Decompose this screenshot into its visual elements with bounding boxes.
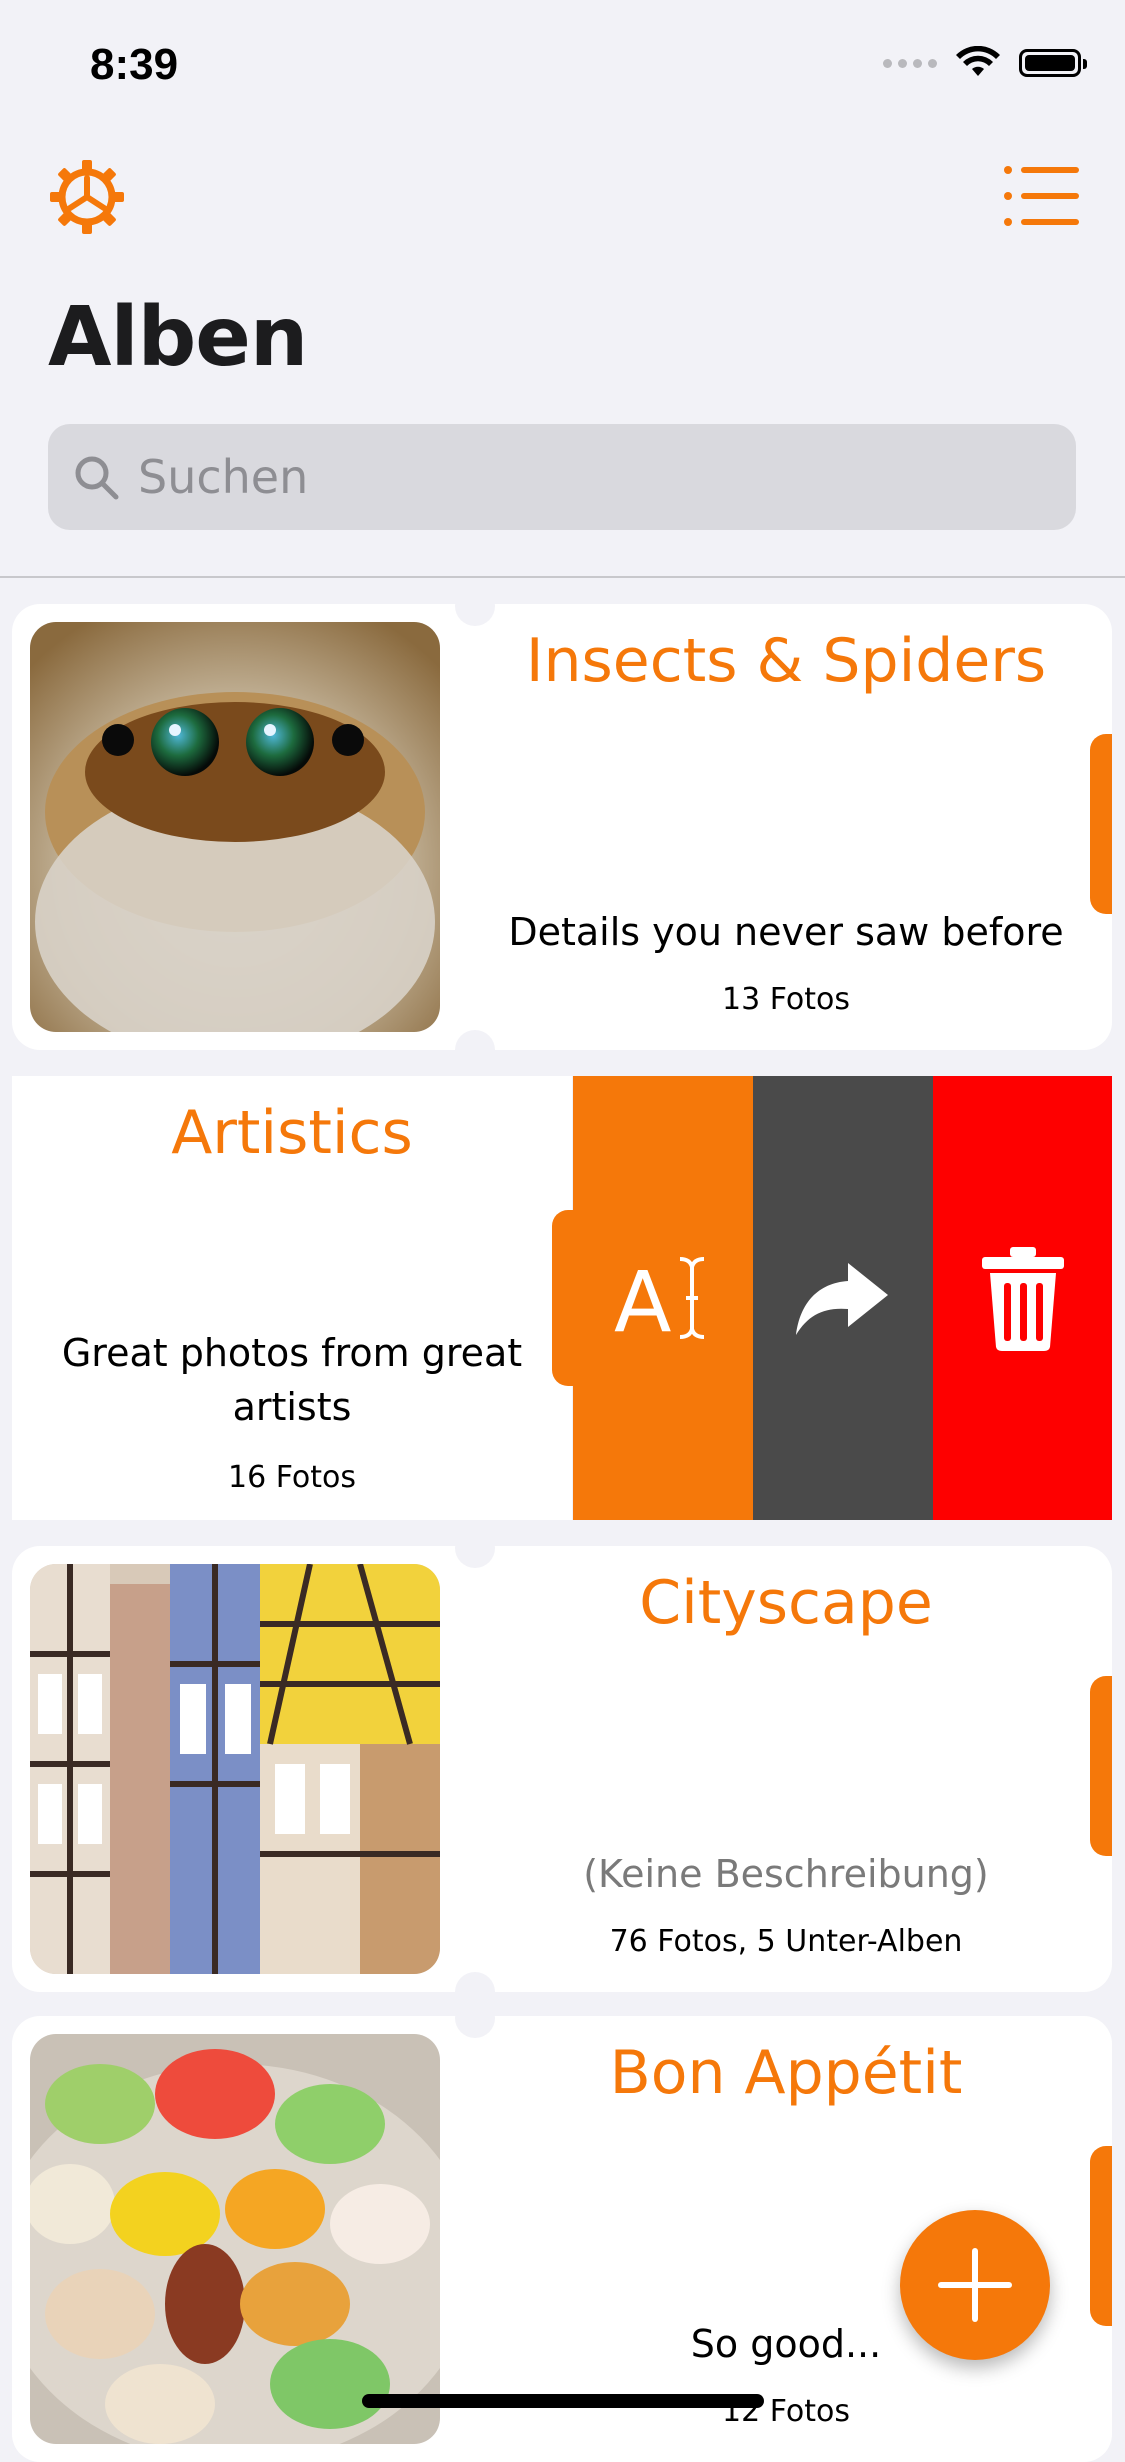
header-divider	[0, 576, 1125, 578]
svg-text:A: A	[614, 1253, 671, 1351]
album-photo-count: 76 Fotos, 5 Unter-Alben	[609, 1924, 963, 1959]
search-icon	[75, 456, 119, 500]
card-notch	[455, 1528, 495, 1568]
swipe-handle[interactable]	[552, 1210, 592, 1386]
status-time: 8:39	[90, 40, 179, 89]
album-thumbnail	[30, 1564, 440, 1974]
trash-icon	[982, 1247, 1064, 1351]
album-title: Artistics	[171, 1098, 413, 1168]
rename-icon: A	[614, 1253, 705, 1351]
rename-button[interactable]: A	[573, 1076, 753, 1520]
album-title: Bon Appétit	[609, 2038, 963, 2108]
status-icons	[883, 46, 1087, 80]
album-description: Details you never saw before	[508, 910, 1064, 954]
signal-icon	[883, 58, 937, 68]
card-notch	[455, 1030, 495, 1070]
settings-gear-icon[interactable]	[46, 156, 128, 238]
delete-button[interactable]	[933, 1076, 1112, 1520]
album-card-swiped[interactable]: Artistics Great photos from great artist…	[12, 1076, 1112, 1520]
swipe-handle[interactable]	[1090, 1676, 1112, 1856]
search-input[interactable]	[136, 449, 1040, 505]
album-card[interactable]: Artistics Great photos from great artist…	[12, 1076, 572, 1520]
search-bar[interactable]	[48, 424, 1076, 530]
album-thumbnail	[30, 622, 440, 1032]
card-notch	[455, 1998, 495, 2038]
album-title: Cityscape	[639, 1568, 933, 1638]
album-description: (Keine Beschreibung)	[583, 1852, 989, 1896]
share-button[interactable]	[753, 1076, 933, 1520]
plus-icon	[938, 2248, 1012, 2322]
album-thumbnail	[30, 2034, 440, 2444]
home-indicator[interactable]	[362, 2394, 764, 2408]
page-title: Alben	[48, 290, 308, 385]
share-icon	[796, 1263, 888, 1335]
list-view-icon[interactable]	[1003, 164, 1079, 228]
card-notch	[455, 586, 495, 626]
album-card[interactable]: Cityscape (Keine Beschreibung) 76 Fotos,…	[12, 1546, 1112, 1992]
album-title: Insects & Spiders	[525, 626, 1047, 696]
album-photo-count: 13 Fotos	[722, 982, 850, 1017]
battery-icon	[1019, 49, 1087, 77]
add-album-button[interactable]	[900, 2210, 1050, 2360]
swipe-handle[interactable]	[1090, 2146, 1112, 2326]
album-description: Great photos from great artists	[61, 1331, 523, 1429]
wifi-icon	[956, 46, 1000, 76]
album-card[interactable]: Insects & Spiders Details you never saw …	[12, 604, 1112, 1050]
album-photo-count: 16 Fotos	[228, 1460, 356, 1495]
swipe-handle[interactable]	[1090, 734, 1112, 914]
